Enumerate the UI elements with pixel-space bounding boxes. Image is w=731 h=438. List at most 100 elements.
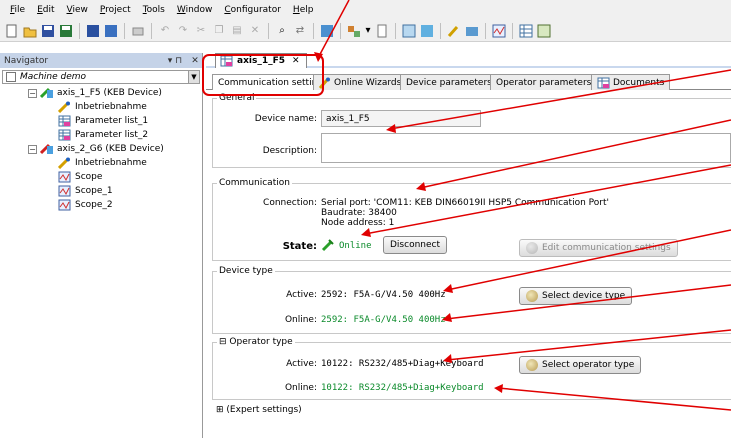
communication-group: Communication Connection: Serial port: '… [212, 178, 731, 261]
undo-icon[interactable]: ↶ [157, 23, 173, 39]
scope-icon [58, 185, 71, 197]
close-tab-icon[interactable]: ✕ [292, 56, 300, 66]
toolbar: ↶ ↷ ✂ ❐ ▤ ✕ ⌕ ⇄ ▾ [0, 20, 731, 42]
collapse-icon[interactable]: − [28, 145, 37, 154]
tree-item-axis-2[interactable]: axis_2_G6 (KEB Device) [40, 142, 164, 156]
select-device-type-button[interactable]: Select device type [519, 287, 633, 305]
tree-item-scope-1[interactable]: Scope_1 [58, 184, 113, 198]
tree-item-scope-2[interactable]: Scope_2 [58, 198, 113, 212]
tree-item-label: Parameter list_2 [75, 130, 149, 140]
online-plug-icon [321, 239, 334, 252]
navigator-title: Navigator [4, 55, 49, 66]
tab-axis-1[interactable]: axis_1_F5 ✕ [215, 53, 307, 68]
device-list-icon[interactable] [419, 23, 435, 39]
delete-icon[interactable]: ✕ [247, 23, 263, 39]
description-field[interactable] [321, 133, 731, 163]
parameter-list-icon [220, 55, 233, 67]
tab-label: axis_1_F5 [237, 56, 285, 66]
tab-label: Communication settings [218, 78, 328, 88]
disconnect-button[interactable]: Disconnect [383, 236, 447, 254]
blank-document-icon[interactable] [374, 23, 390, 39]
new-file-icon[interactable] [4, 23, 20, 39]
menu-configurator[interactable]: Configurator [218, 5, 287, 15]
state-label: State: [282, 241, 317, 252]
device-disconnected-icon [40, 143, 53, 155]
menu-edit[interactable]: Edit [31, 5, 60, 15]
menu-view[interactable]: View [61, 5, 94, 15]
menu-help[interactable]: Help [287, 5, 320, 15]
cut-icon[interactable]: ✂ [193, 23, 209, 39]
operator-online-label: Online: [284, 383, 317, 393]
paste-icon[interactable]: ▤ [229, 23, 245, 39]
grid-icon[interactable] [536, 23, 552, 39]
wizard-icon[interactable] [446, 23, 462, 39]
tree-item-label: Inbetriebnahme [75, 158, 147, 168]
online-icon[interactable] [464, 23, 480, 39]
project-name: Machine demo [20, 72, 87, 82]
pin-icon[interactable]: ▾ ⊓ [162, 56, 188, 66]
dropdown-arrow-icon[interactable]: ▾ [364, 23, 372, 39]
collapse-icon[interactable]: − [28, 89, 37, 98]
settings-tabs: Communication settings Online Wizards De… [206, 74, 731, 91]
communication-settings-panel: General Device name: axis_1_F5 Descripti… [206, 90, 731, 438]
save-icon[interactable] [40, 23, 56, 39]
close-icon[interactable]: ✕ [188, 56, 202, 66]
group-title: Communication [217, 178, 292, 188]
save-all-icon[interactable] [58, 23, 74, 39]
document-tab-strip: axis_1_F5 ✕ [206, 53, 731, 68]
parameter-list-icon [58, 115, 71, 127]
collapse-icon[interactable]: ⊟ [219, 337, 227, 347]
expand-icon[interactable]: ⊞ [216, 405, 224, 415]
operator-active-value: 10122: RS232/485+Diag+Keyboard [321, 359, 484, 369]
tree-item-label: Scope_2 [75, 200, 113, 210]
menu-project[interactable]: Project [94, 5, 137, 15]
print-icon[interactable] [85, 23, 101, 39]
menu-file[interactable]: File [4, 5, 31, 15]
scope-icon[interactable] [491, 23, 507, 39]
operator-active-label: Active: [286, 359, 317, 369]
edit-communication-settings-button[interactable]: Edit communication settings [519, 239, 678, 257]
select-operator-type-button[interactable]: Select operator type [519, 356, 642, 374]
tree-item-inbetriebnahme-1[interactable]: Inbetriebnahme [58, 100, 147, 114]
menu-tools[interactable]: Tools [137, 5, 171, 15]
tab-online-wizards[interactable]: Online Wizards [313, 74, 408, 90]
copy-icon[interactable]: ❐ [211, 23, 227, 39]
group-title: ⊟ Operator type [217, 337, 295, 347]
state-value: Online [339, 241, 372, 251]
expert-settings-toggle[interactable]: ⊞ (Expert settings) [216, 405, 302, 415]
open-folder-icon[interactable] [22, 23, 38, 39]
table-icon[interactable] [518, 23, 534, 39]
baudrate-text: Baudrate: 38400 [321, 208, 397, 218]
print-preview-icon[interactable] [103, 23, 119, 39]
chevron-down-icon[interactable]: ▼ [188, 71, 199, 83]
device-online-label: Online: [284, 315, 317, 325]
navigator-header: Navigator ▾ ⊓ ✕ [0, 53, 202, 68]
tab-device-parameters[interactable]: Device parameters [400, 74, 498, 90]
add-node-icon[interactable] [346, 23, 362, 39]
project-icon [6, 72, 16, 82]
tree-item-parameter-list-2[interactable]: Parameter list_2 [58, 128, 148, 142]
find-icon[interactable]: ⌕ [274, 23, 290, 39]
menu-window[interactable]: Window [171, 5, 219, 15]
tree-item-parameter-list-1[interactable]: Parameter list_1 [58, 114, 148, 128]
tree-item-label: axis_1_F5 (KEB Device) [57, 88, 162, 98]
tree-item-label: Parameter list_1 [75, 116, 149, 126]
find-replace-icon[interactable]: ⇄ [292, 23, 308, 39]
device-name-field[interactable]: axis_1_F5 [321, 110, 481, 127]
project-selector[interactable]: Machine demo ▼ [2, 70, 200, 84]
toolbar-separator [512, 22, 513, 39]
tree-item-scope[interactable]: Scope [58, 170, 102, 184]
gear-icon [526, 359, 538, 371]
tree-item-label: Scope [75, 172, 103, 182]
print-setup-icon[interactable] [130, 23, 146, 39]
toolbar-separator [395, 22, 396, 39]
parameter-list-icon[interactable] [401, 23, 417, 39]
toolbar-separator [151, 22, 152, 39]
device-icon[interactable] [319, 23, 335, 39]
tab-documents[interactable]: Documents [591, 74, 671, 90]
scope-icon [58, 171, 71, 183]
tab-operator-parameters[interactable]: Operator parameters [490, 74, 598, 90]
tree-item-axis-1[interactable]: axis_1_F5 (KEB Device) [40, 86, 162, 100]
redo-icon[interactable]: ↷ [175, 23, 191, 39]
tree-item-inbetriebnahme-2[interactable]: Inbetriebnahme [58, 156, 147, 170]
